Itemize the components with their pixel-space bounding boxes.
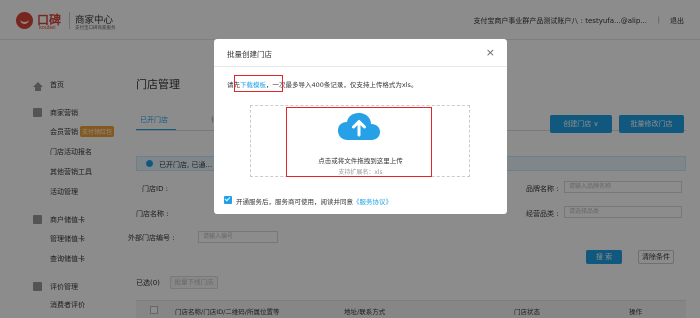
modal-title: 批量创建门店 xyxy=(227,50,272,59)
highlight-box-download-link xyxy=(234,75,283,92)
agree-label: 开通服务后，服务商可使用，阅读并同意 xyxy=(236,198,353,206)
modal-divider xyxy=(214,66,507,67)
service-agreement-link[interactable]: 《服务协议》 xyxy=(353,198,392,206)
batch-create-store-modal: 批量创建门店 × 请先下载模板，一次最多导入400条记录，仅支持上传格式为xls… xyxy=(214,39,507,214)
agree-text: 开通服务后，服务商可使用，阅读并同意《服务协议》 xyxy=(236,196,392,206)
agree-checkbox[interactable] xyxy=(224,196,232,204)
close-icon[interactable]: × xyxy=(486,46,495,59)
app-root: 口碑 koubei 商家中心 支付宝口碑商家服务 支付宝商户事业群产品测试账户八… xyxy=(0,0,700,318)
highlight-box-upload xyxy=(286,107,432,177)
hint-suffix: ，一次最多导入400条记录，仅支持上传格式为xls。 xyxy=(266,81,418,89)
